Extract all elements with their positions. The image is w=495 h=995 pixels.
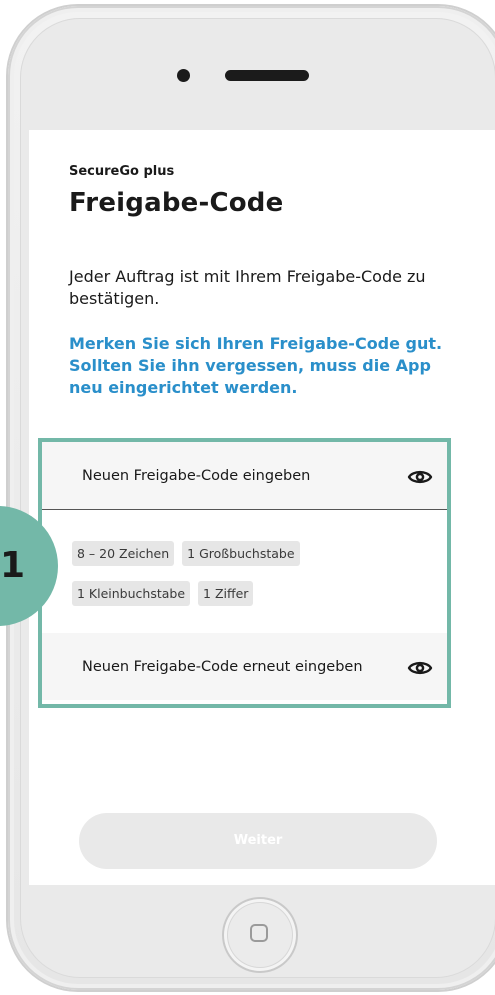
page-title: Freigabe-Code (69, 188, 284, 218)
intro-text: Jeder Auftrag ist mit Ihrem Freigabe-Cod… (69, 267, 426, 308)
requirement-chip: 1 Ziffer (198, 581, 254, 606)
speaker-grille (225, 70, 309, 81)
eye-icon[interactable] (407, 464, 433, 490)
requirement-chip: 8 – 20 Zeichen (72, 541, 175, 566)
step-number: 1 (0, 545, 26, 586)
repeat-code-input[interactable]: Neuen Freigabe-Code erneut eingeben (42, 633, 447, 700)
warning-text: Merken Sie sich Ihren Freigabe-Code gut.… (69, 334, 443, 397)
repeat-code-placeholder: Neuen Freigabe-Code erneut eingeben (82, 659, 363, 675)
requirement-chip: 1 Großbuchstabe (182, 541, 300, 566)
requirement-chip: 1 Kleinbuchstabe (72, 581, 191, 606)
page: SecureGo plus Freigabe-Code Jeder Auftra… (0, 0, 495, 995)
continue-button[interactable]: Weiter (79, 813, 437, 869)
app-brand: SecureGo plus (69, 164, 175, 179)
requirements-row: 8 – 20 Zeichen 1 Großbuchstabe (72, 541, 300, 566)
home-square-icon (250, 924, 268, 942)
camera-icon (177, 69, 190, 82)
home-button[interactable] (222, 897, 298, 973)
new-code-input[interactable]: Neuen Freigabe-Code eingeben (42, 442, 447, 510)
requirements-row: 1 Kleinbuchstabe 1 Ziffer (72, 581, 254, 606)
eye-icon[interactable] (407, 655, 433, 681)
app-screen: SecureGo plus Freigabe-Code Jeder Auftra… (29, 130, 495, 885)
code-form: Neuen Freigabe-Code eingeben 8 – 20 Zeic… (38, 438, 451, 708)
new-code-placeholder: Neuen Freigabe-Code eingeben (82, 468, 311, 484)
